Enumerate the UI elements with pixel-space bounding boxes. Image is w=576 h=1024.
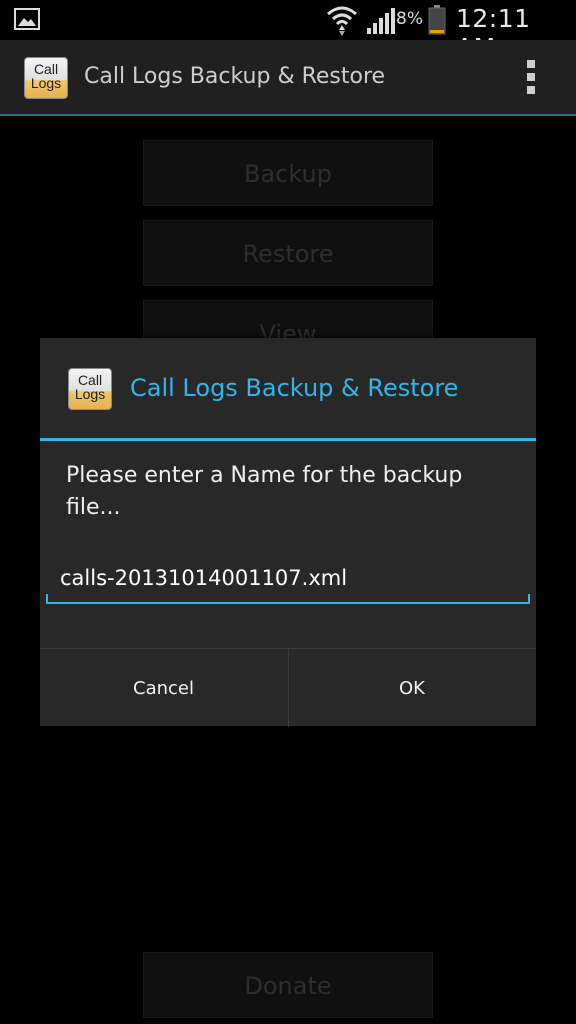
- battery-icon: [428, 5, 446, 35]
- gallery-icon: [14, 8, 40, 30]
- signal-icon: [367, 8, 395, 34]
- dialog-message: Please enter a Name for the backup file.…: [66, 463, 463, 520]
- dialog-icon-text-line2: Logs: [74, 386, 106, 402]
- backup-name-dialog: Call Logs Call Logs Backup & Restore Ple…: [40, 338, 536, 727]
- dialog-button-bar: Cancel OK: [40, 648, 536, 727]
- dialog-title: Call Logs Backup & Restore: [130, 374, 459, 402]
- cancel-button[interactable]: Cancel: [40, 649, 287, 727]
- backup-filename-input[interactable]: [46, 560, 530, 604]
- ok-button[interactable]: OK: [288, 649, 535, 727]
- dialog-title-divider: [40, 438, 536, 441]
- input-underline-right-tick: [528, 594, 530, 604]
- app-logo-text-line1: Call: [33, 61, 59, 77]
- input-underline-left-tick: [46, 594, 48, 604]
- app-logo-text-line2: Logs: [30, 75, 62, 91]
- overflow-menu-icon[interactable]: [526, 60, 536, 96]
- app-title: Call Logs Backup & Restore: [84, 64, 386, 89]
- status-bar: 8% 12:11 AM: [0, 0, 576, 62]
- dialog-icon-text-line1: Call: [77, 372, 103, 388]
- wifi-icon: [327, 6, 357, 36]
- battery-percent: 8%: [396, 9, 423, 29]
- dialog-app-icon: Call Logs: [68, 368, 112, 410]
- app-logo-icon: Call Logs: [24, 57, 68, 99]
